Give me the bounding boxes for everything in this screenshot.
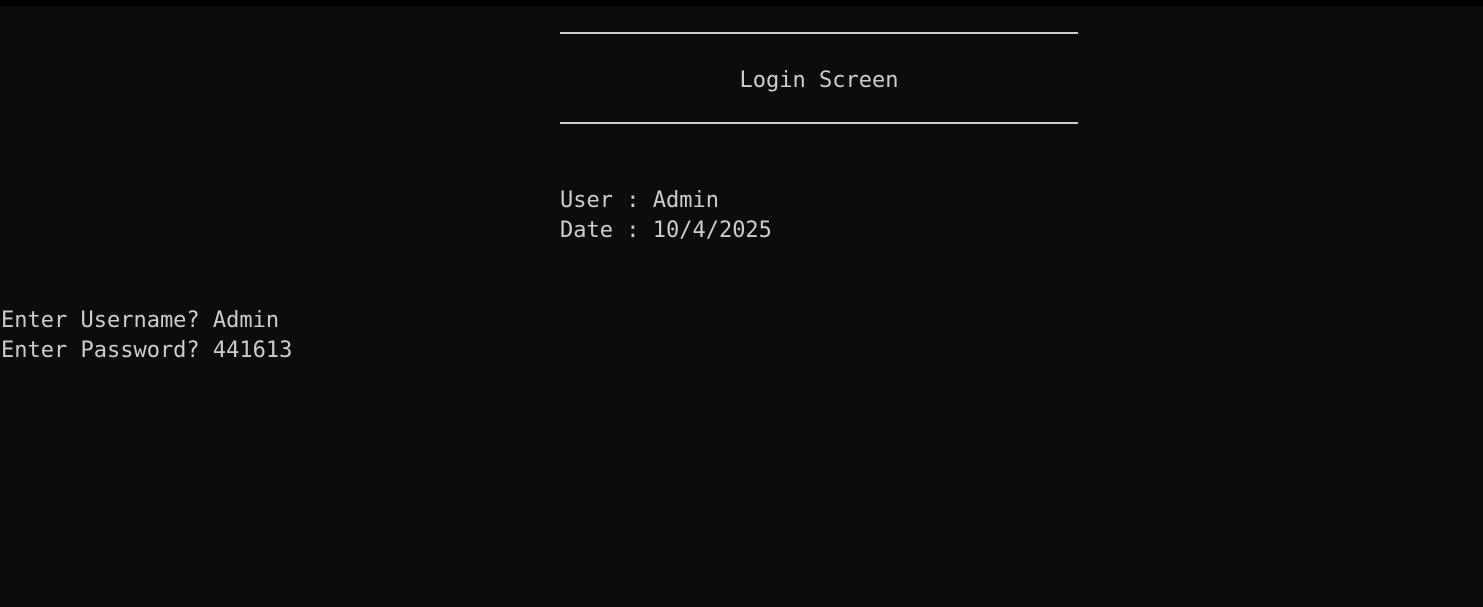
username-prompt-label: Enter Username? xyxy=(1,308,213,333)
header-bottom-rule xyxy=(560,122,1078,124)
user-label: User : xyxy=(560,188,653,213)
window-top-edge xyxy=(0,0,1483,6)
username-input[interactable]: Admin xyxy=(213,308,279,333)
console-window: Login Screen User : Admin Date : 10/4/20… xyxy=(0,0,1483,607)
current-user-line: User : Admin xyxy=(560,186,719,216)
password-input[interactable]: 441613 xyxy=(213,338,292,363)
header-top-rule xyxy=(560,32,1078,34)
password-prompt-line: Enter Password? 441613 xyxy=(1,336,292,366)
user-value: Admin xyxy=(652,188,719,213)
username-prompt-line: Enter Username? Admin xyxy=(1,306,279,336)
date-label: Date : xyxy=(560,218,653,243)
current-date-line: Date : 10/4/2025 xyxy=(560,216,772,246)
password-prompt-label: Enter Password? xyxy=(1,338,213,363)
login-screen-title: Login Screen xyxy=(739,68,899,93)
date-value: 10/4/2025 xyxy=(652,218,772,243)
